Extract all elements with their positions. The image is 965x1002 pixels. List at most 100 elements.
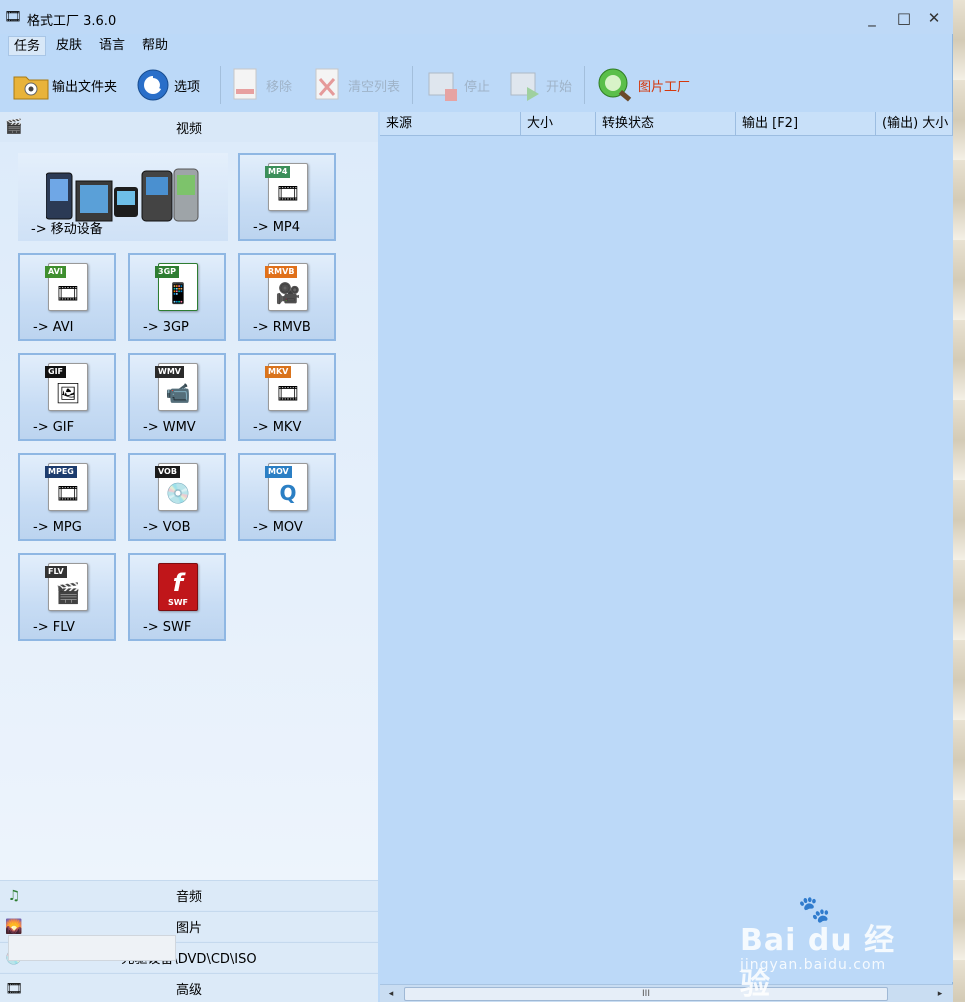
picture-icon: 🌄	[5, 919, 23, 935]
tile-3gp[interactable]: 3GP 📱 -> 3GP	[128, 253, 226, 341]
column-size[interactable]: 大小	[521, 112, 596, 136]
tile-label: -> GIF	[33, 420, 75, 435]
mkv-file-icon: MKV 🎞	[265, 363, 308, 411]
column-output-size[interactable]: (输出) 大小	[876, 112, 953, 136]
format-tag: MP4	[265, 166, 291, 178]
tile-label: -> RMVB	[253, 320, 311, 335]
category-advanced[interactable]: 🎞 高级	[0, 973, 378, 1002]
format-tag: MPEG	[45, 466, 77, 478]
tile-avi[interactable]: AVI 🎞 -> AVI	[18, 253, 116, 341]
menu-skin[interactable]: 皮肤	[51, 36, 87, 56]
task-list[interactable]: 来源 大小 转换状态 输出 [F2] (输出) 大小	[380, 112, 953, 982]
remove-button[interactable]: 移除	[226, 60, 292, 110]
tile-mp4[interactable]: MP4 🎞 -> MP4	[238, 153, 336, 241]
menu-language[interactable]: 语言	[94, 36, 130, 56]
remove-icon	[226, 66, 264, 104]
stop-icon	[424, 66, 462, 104]
desktop-background	[953, 0, 965, 1002]
close-button[interactable]: ✕	[922, 8, 946, 28]
category-video[interactable]: 🎬 视频	[0, 112, 378, 142]
tile-label: -> 3GP	[143, 320, 189, 335]
start-label: 开始	[546, 79, 573, 95]
format-tag: MKV	[265, 366, 292, 378]
tile-label: -> MPG	[33, 520, 82, 535]
options-button[interactable]: 选项	[134, 60, 200, 110]
mp4-file-icon: MP4 🎞	[265, 163, 308, 211]
conversion-panel: 🎬 视频 -> 移动设备 MP4 🎞 -> MP4 AVI 🎞 -> AVI 3…	[0, 112, 378, 1002]
baidu-watermark: 🐾 Bai du 经验 jingyan.baidu.com	[740, 895, 920, 1002]
format-tag: GIF	[45, 366, 67, 378]
image-glyph: 🖼	[55, 381, 81, 405]
format-tag: AVI	[45, 266, 66, 278]
toolbar: 输出文件夹 选项 移除 清空列表 停止 开始 图片工厂	[0, 60, 953, 110]
format-tag: FLV	[45, 566, 67, 578]
stop-button[interactable]: 停止	[424, 60, 490, 110]
category-picture-label: 图片	[175, 921, 202, 936]
tile-mobile-device[interactable]: -> 移动设备	[18, 153, 228, 241]
format-tag: RMVB	[265, 266, 298, 278]
column-output[interactable]: 输出 [F2]	[736, 112, 876, 136]
scroll-right-arrow[interactable]: ▸	[933, 987, 947, 1001]
flv-file-icon: FLV 🎬	[45, 563, 88, 611]
column-source[interactable]: 来源	[380, 112, 521, 136]
format-tag: WMV	[155, 366, 184, 378]
category-video-label: 视频	[175, 121, 202, 137]
tile-gif[interactable]: GIF 🖼 -> GIF	[18, 353, 116, 441]
title-bar: 🎞 格式工厂 3.6.0 _ □ ✕	[0, 0, 953, 34]
category-audio[interactable]: ♫ 音频	[0, 880, 378, 910]
vob-file-icon: VOB 💿	[155, 463, 198, 511]
real-media-glyph: 🎥	[275, 281, 301, 305]
tile-vob[interactable]: VOB 💿 -> VOB	[128, 453, 226, 541]
disc-glyph: 💿	[165, 481, 191, 505]
watermark-url: jingyan.baidu.com	[740, 957, 887, 973]
tile-mov[interactable]: MOV Q -> MOV	[238, 453, 336, 541]
picture-factory-button[interactable]: 图片工厂	[596, 60, 690, 110]
tile-label: -> FLV	[33, 620, 75, 635]
film-reel-icon: 🎞	[5, 981, 23, 997]
tile-wmv[interactable]: WMV 📹 -> WMV	[128, 353, 226, 441]
tile-label: -> AVI	[33, 320, 74, 335]
tile-label: -> VOB	[143, 520, 191, 535]
output-folder-label: 输出文件夹	[52, 79, 118, 95]
start-button[interactable]: 开始	[506, 60, 572, 110]
toolbar-separator	[584, 66, 585, 104]
film-strip-glyph: 🎞	[275, 381, 301, 405]
category-audio-label: 音频	[175, 890, 202, 905]
clear-list-icon	[308, 66, 346, 104]
swf-file-icon: f SWF	[158, 563, 198, 611]
maximize-button[interactable]: □	[892, 8, 916, 28]
options-gear-icon	[134, 66, 172, 104]
camcorder-glyph: 📹	[165, 381, 191, 405]
folder-icon	[12, 66, 50, 104]
gif-file-icon: GIF 🖼	[45, 363, 88, 411]
stop-label: 停止	[464, 79, 491, 95]
clear-list-button[interactable]: 清空列表	[308, 60, 400, 110]
tile-flv[interactable]: FLV 🎬 -> FLV	[18, 553, 116, 641]
tile-swf[interactable]: f SWF -> SWF	[128, 553, 226, 641]
clapperboard-glyph: 🎬	[55, 581, 81, 605]
menu-task[interactable]: 任务	[8, 36, 47, 56]
picture-factory-label: 图片工厂	[638, 79, 691, 95]
category-advanced-label: 高级	[175, 983, 202, 998]
format-factory-window: 🎞 格式工厂 3.6.0 _ □ ✕ 任务 皮肤 语言 帮助 输出文件夹 选项	[0, 0, 953, 1002]
format-tag: VOB	[155, 466, 180, 478]
tile-mpg[interactable]: MPEG 🎞 -> MPG	[18, 453, 116, 541]
mobile-devices-icon	[46, 168, 199, 222]
film-strip-glyph: 🎞	[55, 281, 81, 305]
format-tag: MOV	[265, 466, 292, 478]
menu-help[interactable]: 帮助	[137, 36, 173, 56]
quicktime-glyph: Q	[279, 481, 297, 505]
output-folder-button[interactable]: 输出文件夹	[12, 60, 117, 110]
mpg-file-icon: MPEG 🎞	[45, 463, 88, 511]
tile-rmvb[interactable]: RMVB 🎥 -> RMVB	[238, 253, 336, 341]
remove-label: 移除	[266, 79, 293, 95]
tile-mkv[interactable]: MKV 🎞 -> MKV	[238, 353, 336, 441]
format-tag: 3GP	[155, 266, 179, 278]
minimize-button[interactable]: _	[860, 8, 884, 28]
tile-label: -> 移动设备	[31, 222, 103, 237]
film-reel-glyph: 🎞	[55, 481, 81, 505]
toolbar-separator	[220, 66, 221, 104]
picture-factory-icon	[596, 66, 636, 104]
scroll-left-arrow[interactable]: ◂	[384, 987, 398, 1001]
column-status[interactable]: 转换状态	[596, 112, 736, 136]
